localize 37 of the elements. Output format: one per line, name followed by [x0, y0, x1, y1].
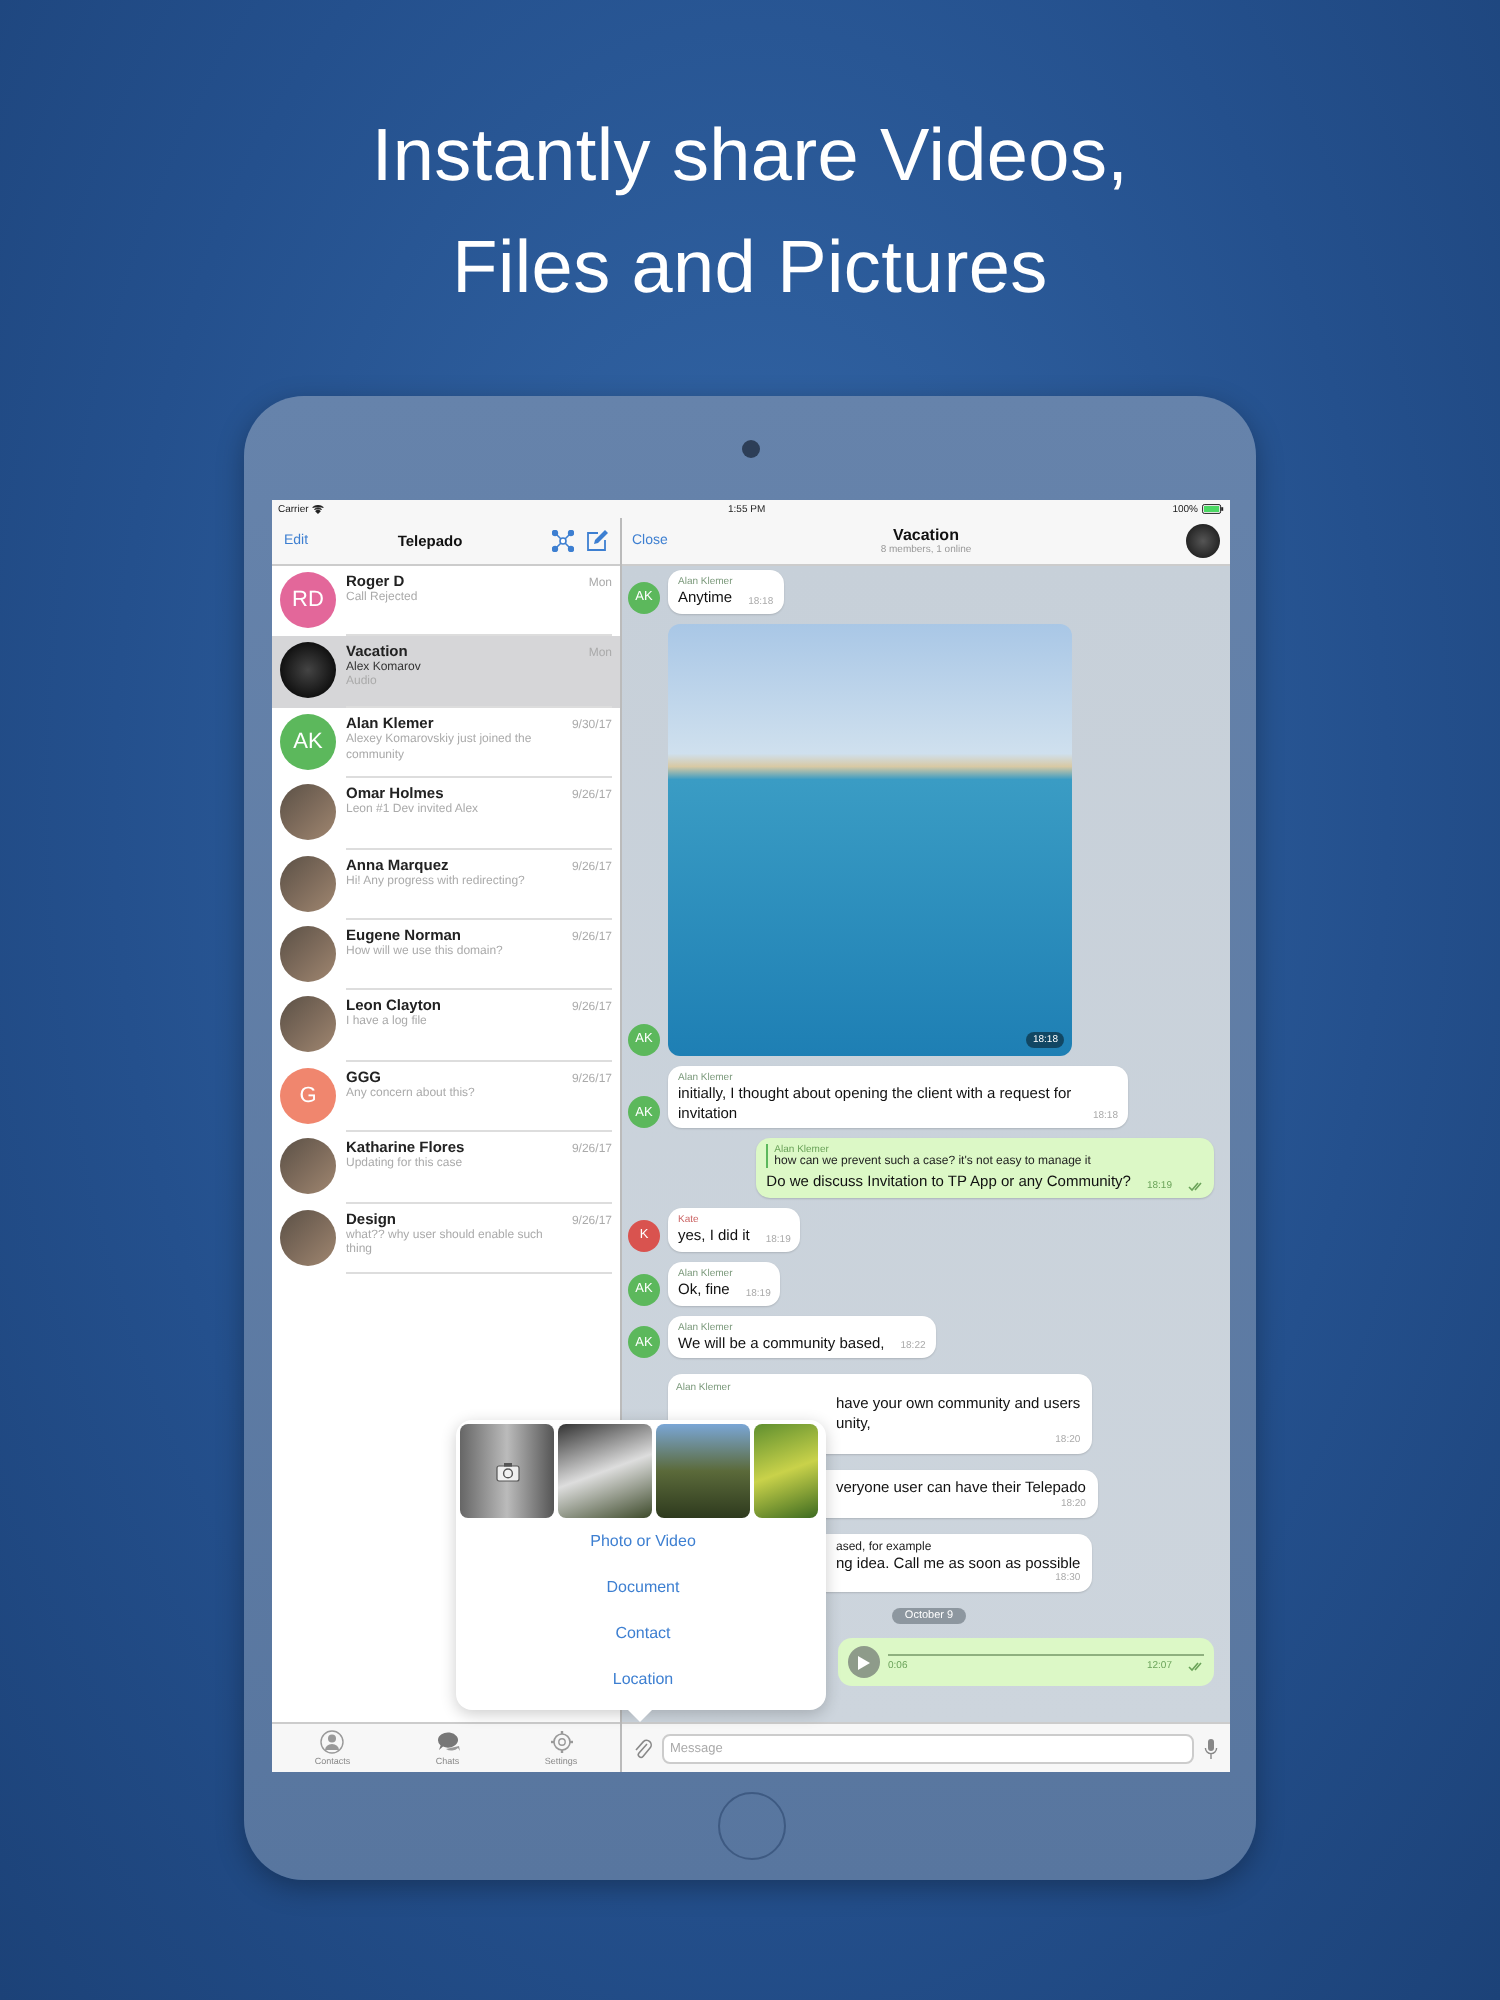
settings-icon [549, 1730, 574, 1754]
avatar-photo-placeholder [280, 1138, 336, 1195]
photo-thumbnail[interactable] [558, 1424, 652, 1518]
wifi-icon [312, 504, 325, 514]
network-icon[interactable] [552, 530, 574, 552]
avatar-photo-placeholder [280, 925, 336, 982]
avatar: RD [280, 572, 336, 628]
chats-icon [435, 1730, 460, 1754]
chat-title: Vacation [893, 526, 959, 544]
avatar-photo-placeholder [280, 996, 336, 1053]
avatar: AK [280, 713, 336, 770]
paperclip-icon[interactable] [634, 1737, 652, 1759]
menu-item[interactable]: Photo or Video [460, 1518, 826, 1564]
avatar-photo-placeholder [280, 1209, 336, 1266]
photo-thumbnail[interactable] [656, 1424, 750, 1518]
camera-preview[interactable] [460, 1424, 554, 1518]
play-icon [858, 1655, 870, 1670]
avatar: G [280, 1067, 336, 1124]
avatar-photo-placeholder [280, 855, 336, 912]
headline: Instantly share Videos, [371, 112, 1129, 200]
menu-item[interactable]: Document [460, 1564, 826, 1610]
camera-icon [495, 1461, 519, 1481]
menu-item[interactable]: Contact [460, 1610, 826, 1656]
camera-dot [742, 440, 760, 458]
battery-icon [1202, 504, 1224, 514]
menu-item[interactable]: Location [460, 1656, 826, 1702]
headline: Files and Pictures [452, 224, 1048, 312]
avatar-photo-placeholder [280, 642, 336, 699]
compose-icon[interactable] [586, 530, 608, 552]
microphone-icon[interactable] [1204, 1737, 1218, 1759]
contacts-icon [320, 1730, 345, 1754]
play-button[interactable] [848, 1646, 880, 1679]
photo-thumbnail[interactable] [754, 1424, 818, 1518]
double-check-icon [1188, 1182, 1204, 1192]
avatar-photo-placeholder [280, 784, 336, 841]
group-avatar-photo-placeholder[interactable] [1186, 524, 1220, 558]
double-check-icon [1188, 1661, 1204, 1672]
